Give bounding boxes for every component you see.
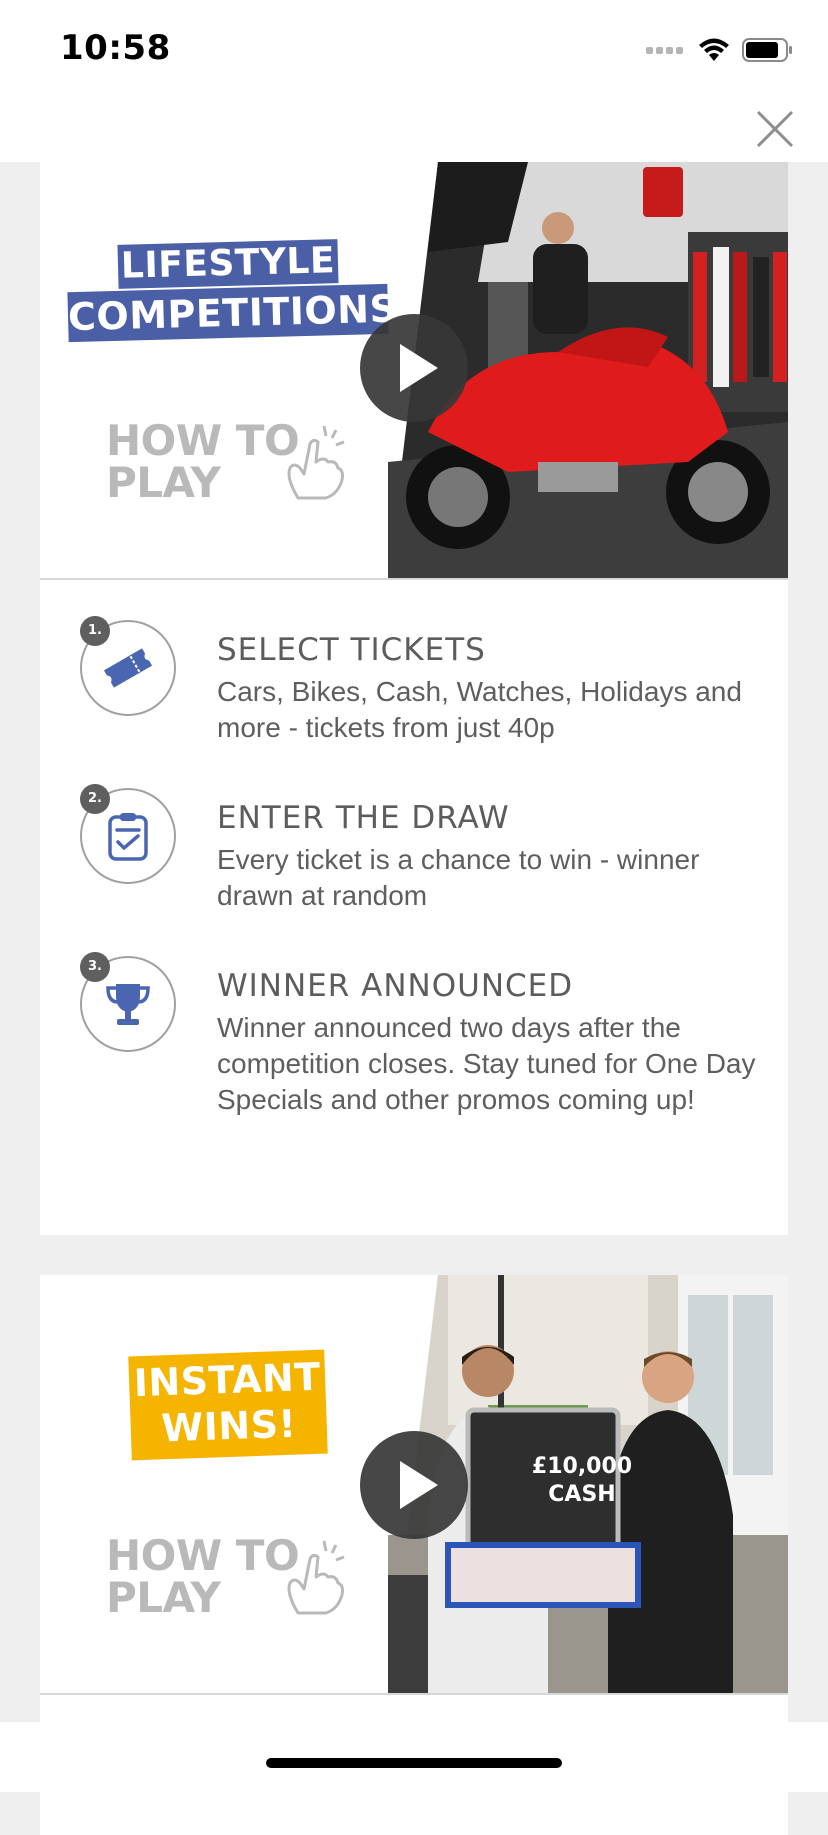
modal-header <box>0 96 828 162</box>
cash-sign-line-2: CASH <box>548 1482 616 1507</box>
cash-sign: £10,000 CASH <box>512 1453 652 1509</box>
tag-line-1: INSTANT <box>133 1354 322 1406</box>
step-description: Every ticket is a chance to win - winner… <box>217 844 700 911</box>
hero-instant-wins: £10,000 CASH INSTANT WINS! HOW TO PLAY <box>40 1275 788 1695</box>
home-indicator[interactable] <box>266 1758 562 1768</box>
ticket-icon <box>103 648 153 688</box>
hero-lifestyle: LIFESTYLE COMPETITIONS HOW TO PLAY <box>40 162 788 580</box>
play-video-button[interactable] <box>360 314 468 422</box>
play-video-button[interactable] <box>360 1431 468 1539</box>
tap-hand-icon <box>287 425 345 500</box>
tag-line-1: LIFESTYLE <box>120 240 336 287</box>
how-to-play-line-2: PLAY <box>106 1573 221 1622</box>
step-description: Winner announced two days after the comp… <box>217 1012 756 1115</box>
lifestyle-competitions-tag: LIFESTYLE <box>117 239 339 289</box>
close-icon[interactable] <box>752 106 798 152</box>
step-title: WINNER ANNOUNCED <box>217 968 574 1004</box>
tag-line-2: COMPETITIONS <box>67 286 398 340</box>
how-to-play-label: HOW TO PLAY <box>106 416 300 507</box>
how-to-play-line-1: HOW TO <box>106 416 300 465</box>
tag-line-2: WINS! <box>160 1401 298 1451</box>
step-title: ENTER THE DRAW <box>217 800 510 836</box>
tap-hand-icon <box>287 1540 345 1615</box>
wifi-icon <box>699 38 729 61</box>
step-number: 1. <box>80 616 110 646</box>
trophy-icon <box>106 984 150 1025</box>
step-title: SELECT TICKETS <box>217 632 486 668</box>
how-to-play-label: HOW TO PLAY <box>106 1531 300 1622</box>
how-to-play-card-lifestyle: LIFESTYLE COMPETITIONS HOW TO PLAY 1. SE… <box>40 162 788 1235</box>
status-bar: 10:58 <box>0 0 828 96</box>
bottom-safe-area <box>0 1722 828 1792</box>
how-to-play-line-2: PLAY <box>106 458 221 507</box>
battery-icon <box>742 38 792 62</box>
status-time: 10:58 <box>60 28 171 68</box>
lifestyle-competitions-tag-2: COMPETITIONS <box>67 283 398 343</box>
step-number: 3. <box>80 952 110 982</box>
clipboard-check-icon <box>108 813 148 861</box>
how-to-play-line-1: HOW TO <box>106 1531 300 1580</box>
status-icons <box>646 34 794 66</box>
signal-icon <box>646 47 683 54</box>
step-number: 2. <box>80 784 110 814</box>
step-description: Cars, Bikes, Cash, Watches, Holidays and… <box>217 676 742 743</box>
cash-sign-line-1: £10,000 <box>531 1454 633 1479</box>
instant-wins-text: INSTANT WINS! <box>128 1354 327 1453</box>
